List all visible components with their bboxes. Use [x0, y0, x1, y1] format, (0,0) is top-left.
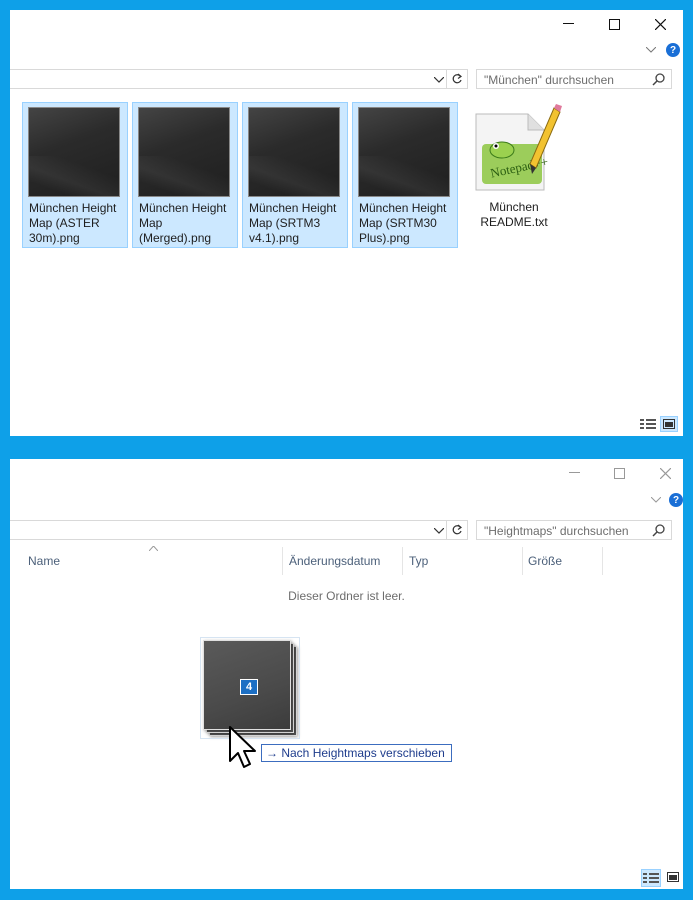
move-arrow-icon: →	[266, 746, 278, 760]
address-dropdown-button[interactable]	[431, 72, 447, 88]
file-tile[interactable]: München Height Map (Merged).png	[132, 102, 238, 248]
file-tile[interactable]: München Height Map (SRTM30 Plus).png	[352, 102, 458, 248]
explorer-window-muenchen: ? "München" durchsuchen München Height M…	[10, 10, 683, 436]
maximize-icon	[613, 467, 625, 479]
refresh-button[interactable]	[446, 70, 467, 88]
refresh-button[interactable]	[446, 521, 467, 539]
minimize-icon	[562, 23, 574, 24]
help-label: ?	[669, 44, 677, 56]
minimize-button[interactable]	[545, 10, 591, 38]
column-label: Größe	[528, 554, 563, 568]
minimize-button[interactable]	[551, 459, 597, 487]
column-divider[interactable]	[282, 547, 283, 575]
column-header-size[interactable]: Größe	[528, 554, 562, 584]
search-placeholder: "München" durchsuchen	[484, 73, 614, 87]
drag-tooltip-text: Nach Heightmaps verschieben	[281, 746, 445, 760]
file-thumbnail	[28, 107, 120, 197]
sort-ascending-icon	[149, 546, 158, 551]
maximize-icon	[608, 18, 620, 30]
close-icon	[654, 18, 666, 30]
refresh-icon	[452, 73, 463, 84]
empty-folder-message: Dieser Ordner ist leer.	[288, 589, 405, 603]
details-view-icon	[640, 419, 656, 429]
address-dropdown-button[interactable]	[431, 523, 447, 539]
column-divider[interactable]	[522, 547, 523, 575]
expand-ribbon-button[interactable]	[643, 42, 659, 58]
file-thumbnail	[358, 107, 450, 197]
explorer-window-heightmaps: ? "Heightmaps" durchsuchen Name Änderung…	[10, 459, 683, 889]
file-name: München Height Map (SRTM3 v4.1).png	[249, 201, 337, 245]
column-label: Name	[28, 554, 61, 568]
column-label: Änderungsdatum	[289, 554, 381, 568]
file-name: München Height Map (ASTER 30m).png	[29, 201, 117, 245]
help-button[interactable]: ?	[669, 493, 683, 507]
chevron-down-icon	[434, 77, 444, 83]
details-view-button[interactable]	[641, 869, 661, 887]
large-icons-view-button[interactable]	[664, 869, 682, 885]
close-button[interactable]	[637, 10, 683, 38]
close-icon	[659, 467, 671, 479]
notepad-plus-plus-icon: Notepad++	[475, 104, 562, 191]
large-icons-view-button[interactable]	[660, 416, 678, 432]
drag-move-tooltip: → Nach Heightmaps verschieben	[261, 744, 452, 762]
details-view-button[interactable]	[639, 416, 657, 432]
column-header-date[interactable]: Änderungsdatum	[289, 554, 380, 584]
file-tile[interactable]: München Height Map (ASTER 30m).png	[22, 102, 128, 248]
file-tile[interactable]: München Height Map (SRTM3 v4.1).png	[242, 102, 348, 248]
large-icons-view-icon	[663, 419, 675, 429]
refresh-icon	[452, 524, 463, 535]
search-icon	[652, 73, 665, 86]
column-label: Typ	[409, 554, 429, 568]
maximize-button[interactable]	[596, 459, 642, 487]
large-icons-view-icon	[667, 872, 679, 882]
chevron-down-icon	[646, 47, 656, 53]
expand-ribbon-button[interactable]	[648, 492, 664, 508]
file-name: München Height Map (SRTM30 Plus).png	[359, 201, 447, 245]
column-header-type[interactable]: Typ	[409, 554, 428, 584]
help-label: ?	[672, 494, 680, 506]
mouse-cursor-icon	[229, 726, 256, 768]
drag-count-badge: 4	[240, 679, 258, 695]
details-view-icon	[643, 873, 659, 883]
file-name: München README.txt	[480, 200, 548, 229]
close-button[interactable]	[642, 459, 688, 487]
minimize-icon	[568, 472, 580, 473]
address-bar[interactable]	[10, 520, 468, 540]
search-icon	[652, 524, 665, 537]
chevron-down-icon	[434, 528, 444, 534]
file-thumbnail	[138, 107, 230, 197]
search-box[interactable]: "München" durchsuchen	[476, 69, 672, 89]
column-divider[interactable]	[402, 547, 403, 575]
file-thumbnail	[248, 107, 340, 197]
help-button[interactable]: ?	[666, 43, 680, 57]
file-tile[interactable]: Notepad++ München README.txt	[462, 102, 568, 248]
chevron-down-icon	[651, 497, 661, 503]
search-box[interactable]: "Heightmaps" durchsuchen	[476, 520, 672, 540]
file-name: München Height Map (Merged).png	[139, 201, 227, 245]
address-bar[interactable]	[10, 69, 468, 89]
maximize-button[interactable]	[591, 10, 637, 38]
column-header-name[interactable]: Name	[28, 554, 60, 584]
column-divider[interactable]	[602, 547, 603, 575]
search-placeholder: "Heightmaps" durchsuchen	[484, 524, 629, 538]
